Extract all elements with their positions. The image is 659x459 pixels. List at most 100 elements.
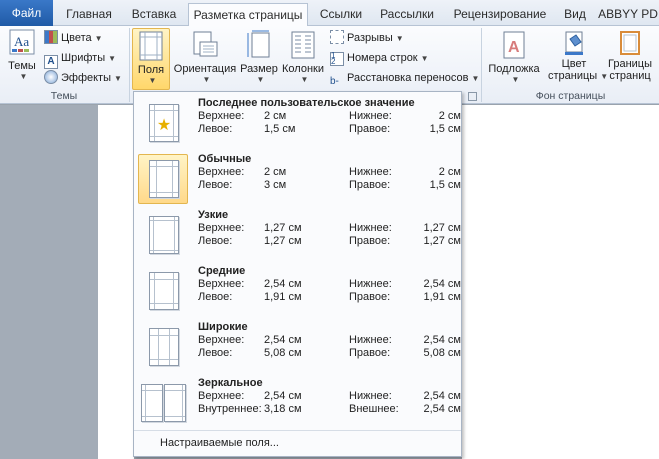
hyphenation-label: Расстановка переносов [347, 72, 469, 84]
themes-icon: Aa [9, 29, 35, 55]
chevron-down-icon: ▼ [300, 75, 309, 84]
tab-mailings[interactable]: Рассылки [373, 3, 441, 25]
top-label: Верхнее: [198, 334, 245, 346]
orientation-icon [193, 31, 218, 57]
colors-label: Цвета [61, 32, 92, 44]
top-label: Верхнее: [198, 390, 245, 402]
margins-icon [139, 31, 163, 61]
chevron-down-icon: ▼ [94, 34, 103, 43]
bottom-value: 2,54 см [423, 390, 461, 402]
page-margins-icon [149, 160, 179, 198]
columns-icon [291, 31, 315, 59]
margins-button[interactable]: Поля ▼ [132, 28, 170, 90]
tab-home[interactable]: Главная [58, 3, 120, 25]
page-background-group-label: Фон страницы [535, 90, 606, 102]
effects-button[interactable]: Эффекты ▼ [44, 69, 122, 87]
margin-preset-wide[interactable]: Широкие Верхнее: 2,54 см Нижнее: 2,54 см… [134, 318, 461, 375]
ribbon-tab-bar: Файл Главная Вставка Разметка страницы С… [0, 0, 659, 27]
document-page[interactable] [98, 105, 134, 459]
orientation-button[interactable]: Ориентация ▼ [172, 28, 238, 88]
top-label: Верхнее: [198, 166, 245, 178]
bottom-value: 2 см [438, 110, 461, 122]
effects-icon [44, 70, 58, 84]
tab-file[interactable]: Файл [0, 0, 53, 26]
page-margins-icon [149, 328, 179, 366]
line-numbers-label: Номера строк [347, 52, 418, 64]
left-label: Левое: [198, 291, 233, 303]
left-label: Левое: [198, 179, 233, 191]
page-borders-button[interactable]: Границы страниц [603, 28, 657, 90]
tab-insert[interactable]: Вставка [123, 3, 185, 25]
chevron-down-icon: ▼ [148, 76, 157, 85]
tab-page-layout[interactable]: Разметка страницы [188, 3, 308, 27]
margin-preset-moderate[interactable]: Средние Верхнее: 2,54 см Нижнее: 2,54 см… [134, 262, 461, 319]
right-label: Правое: [349, 179, 391, 191]
bottom-label: Нижнее: [349, 110, 392, 122]
columns-button[interactable]: Колонки ▼ [281, 28, 325, 88]
margin-preset-thumbnail [138, 322, 188, 372]
left-value: 1,27 см [264, 235, 302, 247]
top-value: 2,54 см [264, 334, 302, 346]
themes-label: Темы [8, 60, 36, 72]
preset-row-left-right: Левое: 1,5 см Правое: 1,5 см [198, 123, 461, 136]
page-color-label-line2: страницы [548, 70, 598, 82]
margin-preset-mirrored[interactable]: Зеркальное Верхнее: 2,54 см Нижнее: 2,54… [134, 374, 461, 431]
custom-margins-menu-item[interactable]: Настраиваемые поля... [160, 437, 279, 449]
hyphenation-button[interactable]: b- Расстановка переносов ▼ [330, 69, 479, 87]
left-value: 1,5 см [264, 123, 296, 135]
preset-name: Узкие [198, 209, 229, 221]
margin-preset-thumbnail: ★ [138, 98, 188, 148]
margin-preset-last-custom[interactable]: ★ Последнее пользовательское значение Ве… [134, 94, 461, 151]
chevron-down-icon: ▼ [202, 75, 211, 84]
top-label: Верхнее: [198, 222, 245, 234]
preset-name: Широкие [198, 321, 248, 333]
preset-row-top-bottom: Верхнее: 2,54 см Нижнее: 2,54 см [198, 390, 461, 403]
page-color-label-line1: Цвет [561, 58, 587, 70]
left-value: 5,08 см [264, 347, 302, 359]
colors-icon [44, 30, 58, 44]
page-margins-icon [149, 216, 179, 254]
bottom-value: 1,27 см [423, 222, 461, 234]
tab-view[interactable]: Вид [558, 3, 592, 25]
tab-abbyy[interactable]: ABBYY PD [597, 3, 659, 25]
breaks-button[interactable]: Разрывы ▼ [330, 29, 404, 47]
menu-divider [134, 430, 461, 431]
chevron-down-icon: ▼ [108, 54, 117, 63]
preset-row-inside-outside: Внутреннее: 3,18 см Внешнее: 2,54 см [198, 403, 461, 416]
svg-text:A: A [508, 39, 520, 56]
watermark-icon: A [503, 31, 525, 59]
top-value: 2 см [264, 166, 287, 178]
size-button[interactable]: Размер ▼ [239, 28, 279, 88]
right-value: 1,27 см [423, 235, 461, 247]
preset-row-left-right: Левое: 5,08 см Правое: 5,08 см [198, 347, 461, 360]
fonts-button[interactable]: A Шрифты ▼ [44, 49, 117, 69]
margin-preset-normal[interactable]: Обычные Верхнее: 2 см Нижнее: 2 см Левое… [134, 150, 461, 207]
preset-row-top-bottom: Верхнее: 2,54 см Нижнее: 2,54 см [198, 334, 461, 347]
chevron-down-icon: ▼ [471, 74, 480, 83]
breaks-label: Разрывы [347, 32, 393, 44]
page-setup-dialog-launcher-icon[interactable] [468, 92, 477, 101]
page-borders-label-line2: страниц [609, 70, 651, 82]
colors-button[interactable]: Цвета ▼ [44, 29, 103, 47]
page-size-icon [247, 30, 270, 58]
line-numbers-icon: 12 [330, 52, 344, 66]
chevron-down-icon: ▼ [19, 72, 28, 81]
page-margins-icon-left [141, 384, 163, 422]
tab-review[interactable]: Рецензирование [446, 3, 554, 25]
watermark-button[interactable]: A Подложка ▼ [486, 28, 542, 88]
preset-name: Последнее пользовательское значение [198, 97, 415, 109]
outside-label: Внешнее: [349, 403, 399, 415]
document-page-body[interactable] [462, 105, 659, 459]
right-label: Правое: [349, 123, 391, 135]
line-numbers-button[interactable]: 1 2 Номера строк ▼ [330, 49, 429, 67]
page-margins-icon-right [164, 384, 186, 422]
margin-preset-thumbnail [138, 154, 188, 204]
tab-references[interactable]: Ссылки [312, 3, 370, 25]
margin-preset-narrow[interactable]: Узкие Верхнее: 1,27 см Нижнее: 1,27 см Л… [134, 206, 461, 263]
watermark-label: Подложка [488, 63, 540, 75]
themes-group-label: Темы [50, 90, 78, 102]
fonts-label: Шрифты [61, 52, 106, 64]
left-value: 3 см [264, 179, 287, 191]
page-color-button[interactable]: Цвет страницы ▼ [548, 28, 608, 90]
themes-button[interactable]: Aa Темы ▼ [4, 28, 40, 88]
